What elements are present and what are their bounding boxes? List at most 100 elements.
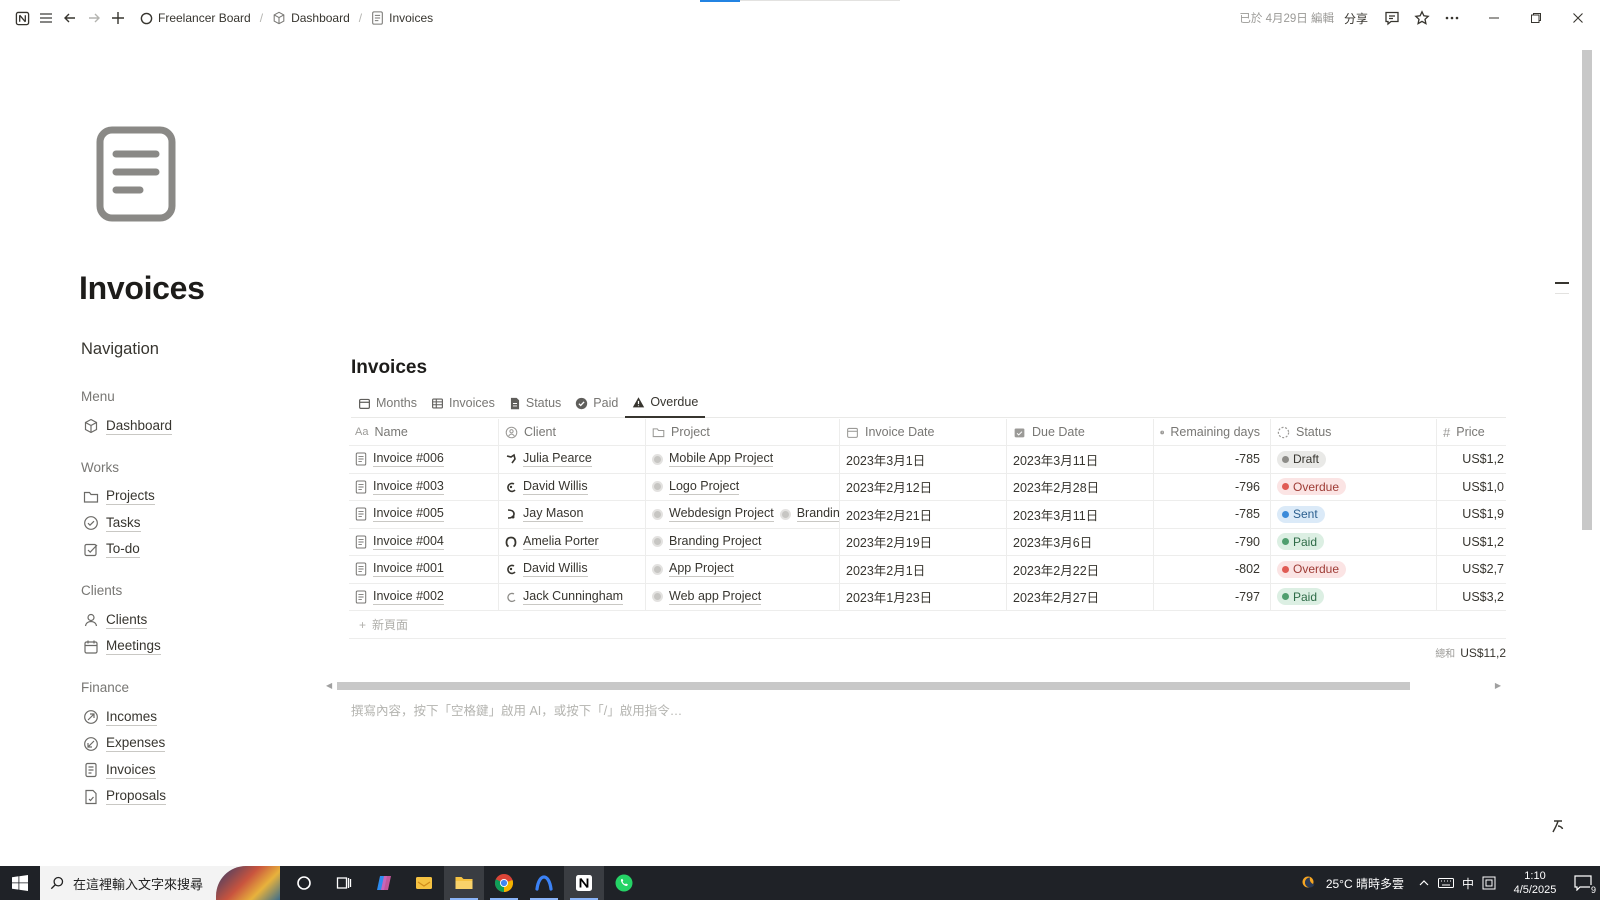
nav-item-clients[interactable]: Clients <box>81 607 321 634</box>
nav-item-projects[interactable]: Projects <box>81 484 321 511</box>
cell-project[interactable]: Logo Project <box>646 473 840 500</box>
project-relation[interactable]: Mobile App Project <box>652 451 774 468</box>
project-relation[interactable]: Brandin <box>779 506 839 523</box>
column-header-due-date[interactable]: Due Date <box>1007 419 1154 445</box>
cell-name[interactable]: Invoice #006 <box>349 446 499 473</box>
page-title[interactable]: Invoices <box>79 270 205 307</box>
minimize-icon[interactable] <box>1482 6 1506 30</box>
breadcrumb-invoices[interactable]: Invoices <box>367 9 437 27</box>
cell-price[interactable]: US$1,2 <box>1437 529 1506 556</box>
breadcrumb-freelancer-board[interactable]: Freelancer Board <box>136 9 255 27</box>
ime-indicator[interactable]: 中 <box>1462 875 1474 892</box>
star-icon[interactable] <box>1410 6 1434 30</box>
table-row[interactable]: Invoice #003 David Willis Logo Project 2023… <box>349 473 1506 501</box>
cell-name[interactable]: Invoice #005 <box>349 501 499 528</box>
close-icon[interactable] <box>1566 6 1590 30</box>
cell-name[interactable]: Invoice #001 <box>349 556 499 583</box>
cell-remaining-days[interactable]: -797 <box>1154 583 1271 610</box>
weather-icon[interactable] <box>1300 874 1318 892</box>
cell-invoice-date[interactable]: 2023年3月1日 <box>840 446 1007 473</box>
project-relation[interactable]: Branding Project <box>652 534 762 550</box>
horizontal-scrollbar[interactable]: ◀ ▶ <box>326 681 1501 691</box>
cell-invoice-date[interactable]: 2023年2月21日 <box>840 501 1007 528</box>
cell-invoice-date[interactable]: 2023年2月1日 <box>840 556 1007 583</box>
table-row[interactable]: Invoice #006 Julia Pearce Mobile App Proje… <box>349 446 1506 474</box>
price-sum[interactable]: 總和 US$11,2 <box>1400 645 1506 660</box>
nav-item-invoices[interactable]: Invoices <box>81 757 321 784</box>
ime-mode-icon[interactable] <box>1482 876 1496 890</box>
cell-price[interactable]: US$2,7 <box>1437 556 1506 583</box>
notification-icon[interactable]: 9 <box>1574 875 1597 895</box>
back-arrow-icon[interactable] <box>58 6 82 30</box>
cell-status[interactable]: Paid <box>1271 528 1437 555</box>
restore-icon[interactable] <box>1524 6 1548 30</box>
table-row[interactable]: Invoice #001 David Willis App Project 2023年… <box>349 556 1506 584</box>
cell-due-date[interactable]: 2023年2月28日 <box>1007 473 1154 500</box>
project-relation[interactable]: Logo Project <box>652 479 740 495</box>
cell-client[interactable]: David Willis <box>499 556 646 583</box>
tab-overdue[interactable]: Overdue <box>625 388 706 418</box>
forward-arrow-icon[interactable] <box>82 6 106 30</box>
cell-price[interactable]: US$1,9 <box>1437 501 1506 528</box>
cell-name[interactable]: Invoice #004 <box>349 528 499 555</box>
cell-due-date[interactable]: 2023年3月11日 <box>1007 446 1154 473</box>
cell-project[interactable]: Branding Project <box>646 528 840 555</box>
cell-project[interactable]: Mobile App Project <box>646 446 840 473</box>
project-relation[interactable]: Webdesign Project <box>652 506 774 523</box>
tab-paid[interactable]: Paid <box>568 388 625 418</box>
notion-logo-icon[interactable] <box>10 6 34 30</box>
nav-item-expenses[interactable]: Expenses <box>81 731 321 758</box>
menu-icon[interactable] <box>34 6 58 30</box>
taskbar-search-box[interactable]: 在這裡輸入文字來搜尋 <box>40 866 280 900</box>
scroll-left-arrow-icon[interactable]: ◀ <box>326 681 332 690</box>
taskbar-clock[interactable]: 1:10 4/5/2025 <box>1504 869 1566 897</box>
nav-item-dashboard[interactable]: Dashboard <box>81 413 321 440</box>
cell-client[interactable]: David Willis <box>499 473 646 500</box>
cell-name[interactable]: Invoice #003 <box>349 473 499 500</box>
file-explorer-alt-icon[interactable] <box>404 866 444 900</box>
cell-invoice-date[interactable]: 2023年2月12日 <box>840 473 1007 500</box>
status-badge[interactable]: Overdue <box>1277 478 1347 496</box>
more-icon[interactable] <box>1440 6 1464 30</box>
database-title[interactable]: Invoices <box>351 357 427 379</box>
cell-invoice-date[interactable]: 2023年2月19日 <box>840 528 1007 555</box>
column-header-invoice-date[interactable]: Invoice Date <box>840 419 1007 445</box>
tab-months[interactable]: Months <box>351 388 424 418</box>
chrome-icon[interactable] <box>484 866 524 900</box>
cell-due-date[interactable]: 2023年3月11日 <box>1007 501 1154 528</box>
cell-status[interactable]: Overdue <box>1271 473 1437 500</box>
table-of-contents-indicator[interactable] <box>1555 282 1569 303</box>
share-button[interactable]: 分享 <box>1344 10 1368 27</box>
nav-item-proposals[interactable]: Proposals <box>81 784 321 811</box>
cell-remaining-days[interactable]: -790 <box>1154 528 1271 555</box>
column-header-remaining-days[interactable]: Remaining days <box>1154 419 1271 445</box>
scroll-right-arrow-icon[interactable]: ▶ <box>1495 681 1501 690</box>
column-header-name[interactable]: Aa Name <box>349 419 499 445</box>
cell-client[interactable]: Amelia Porter <box>499 528 646 555</box>
cell-status[interactable]: Draft <box>1271 446 1437 473</box>
status-badge[interactable]: Overdue <box>1277 560 1347 578</box>
nav-item-tasks[interactable]: Tasks <box>81 510 321 537</box>
nav-item-meetings[interactable]: Meetings <box>81 634 321 661</box>
comment-icon[interactable] <box>1380 6 1404 30</box>
weather-text[interactable]: 25°C 晴時多雲 <box>1326 875 1404 892</box>
cortana-icon[interactable] <box>284 866 324 900</box>
windows-start-icon[interactable] <box>0 866 40 900</box>
cell-client[interactable]: Jack Cunningham <box>499 583 646 610</box>
task-view-icon[interactable] <box>324 866 364 900</box>
cell-due-date[interactable]: 2023年2月22日 <box>1007 556 1154 583</box>
tab-invoices[interactable]: Invoices <box>424 388 502 418</box>
nav-item-incomes[interactable]: Incomes <box>81 704 321 731</box>
cell-project[interactable]: Web app Project <box>646 583 840 610</box>
status-badge[interactable]: Sent <box>1277 505 1325 523</box>
column-header-client[interactable]: Client <box>499 419 646 445</box>
cell-remaining-days[interactable]: -796 <box>1154 473 1271 500</box>
table-row[interactable]: Invoice #004 Amelia Porter Branding Projec… <box>349 528 1506 556</box>
cell-remaining-days[interactable]: -802 <box>1154 556 1271 583</box>
copilot-icon[interactable] <box>364 866 404 900</box>
cell-status[interactable]: Paid <box>1271 583 1437 610</box>
cell-client[interactable]: Julia Pearce <box>499 446 646 473</box>
arc-browser-icon[interactable] <box>524 866 564 900</box>
cell-name[interactable]: Invoice #002 <box>349 583 499 610</box>
file-explorer-icon[interactable] <box>444 866 484 900</box>
